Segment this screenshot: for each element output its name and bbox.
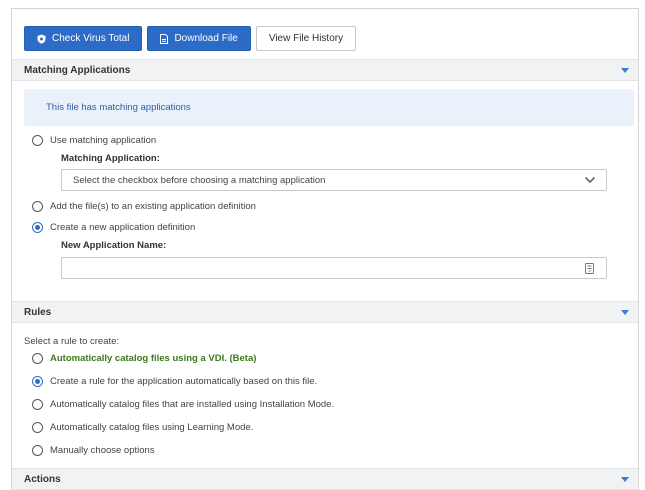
actions-header[interactable]: Actions xyxy=(12,468,638,490)
rule-option-radio[interactable] xyxy=(32,399,43,410)
check-virus-total-button[interactable]: Check Virus Total xyxy=(24,26,143,51)
rule-option-vdi[interactable]: Automatically catalog files using a VDI.… xyxy=(32,353,256,364)
caret-down-icon xyxy=(621,310,629,315)
use-matching-label: Use matching application xyxy=(50,135,157,146)
rules-title: Rules xyxy=(24,306,52,318)
rule-option-label: Create a rule for the application automa… xyxy=(50,376,318,387)
matching-applications-header[interactable]: Matching Applications xyxy=(12,59,638,81)
rule-option-installation-mode[interactable]: Automatically catalog files that are ins… xyxy=(32,399,334,410)
view-file-history-button[interactable]: View File History xyxy=(255,26,357,51)
rule-option-radio[interactable] xyxy=(32,353,43,364)
rules-header[interactable]: Rules xyxy=(12,301,638,323)
rule-option-radio[interactable] xyxy=(32,445,43,456)
rule-option-label: Automatically catalog files using a VDI.… xyxy=(50,353,257,364)
use-matching-radio[interactable] xyxy=(32,135,43,146)
caret-down-icon xyxy=(621,68,629,73)
rule-option-manual[interactable]: Manually choose options xyxy=(32,445,155,456)
download-file-label: Download File xyxy=(174,33,238,44)
caret-down-icon xyxy=(621,477,629,482)
matching-applications-title: Matching Applications xyxy=(24,64,131,76)
new-application-name-label: New Application Name: xyxy=(61,240,167,251)
shield-icon xyxy=(37,34,46,44)
new-application-name-input[interactable] xyxy=(61,257,607,279)
matching-info-text: This file has matching applications xyxy=(46,102,191,113)
matching-application-select[interactable]: Select the checkbox before choosing a ma… xyxy=(61,169,607,191)
rule-option-label: Manually choose options xyxy=(50,445,155,456)
chevron-down-icon xyxy=(584,175,596,188)
view-file-history-label: View File History xyxy=(268,33,344,44)
rule-option-label: Automatically catalog files using Learni… xyxy=(50,422,254,433)
rule-option-radio[interactable] xyxy=(32,376,43,387)
rule-option-learning-mode[interactable]: Automatically catalog files using Learni… xyxy=(32,422,253,433)
actions-title: Actions xyxy=(24,473,61,485)
matching-application-select-text: Select the checkbox before choosing a ma… xyxy=(73,174,326,186)
rule-option-label: Automatically catalog files that are ins… xyxy=(50,399,335,410)
keyboard-icon xyxy=(585,263,594,277)
create-new-radio[interactable] xyxy=(32,222,43,233)
download-file-button[interactable]: Download File xyxy=(147,26,251,51)
toolbar: Check Virus Total Download File View Fil… xyxy=(24,26,357,51)
create-new-definition-option[interactable]: Create a new application definition xyxy=(32,222,195,233)
create-new-label: Create a new application definition xyxy=(50,222,196,233)
rule-option-radio[interactable] xyxy=(32,422,43,433)
check-virus-total-label: Check Virus Total xyxy=(52,33,130,44)
use-matching-application-option[interactable]: Use matching application xyxy=(32,135,156,146)
add-to-existing-radio[interactable] xyxy=(32,201,43,212)
add-to-existing-option[interactable]: Add the file(s) to an existing applicati… xyxy=(32,201,256,212)
rule-option-auto[interactable]: Create a rule for the application automa… xyxy=(32,376,317,387)
rules-prompt: Select a rule to create: xyxy=(24,336,120,347)
file-icon xyxy=(160,33,169,44)
matching-info-box: This file has matching applications xyxy=(24,89,634,126)
add-to-existing-label: Add the file(s) to an existing applicati… xyxy=(50,201,256,212)
file-details-panel: Check Virus Total Download File View Fil… xyxy=(11,8,639,490)
matching-application-label: Matching Application: xyxy=(61,153,160,164)
